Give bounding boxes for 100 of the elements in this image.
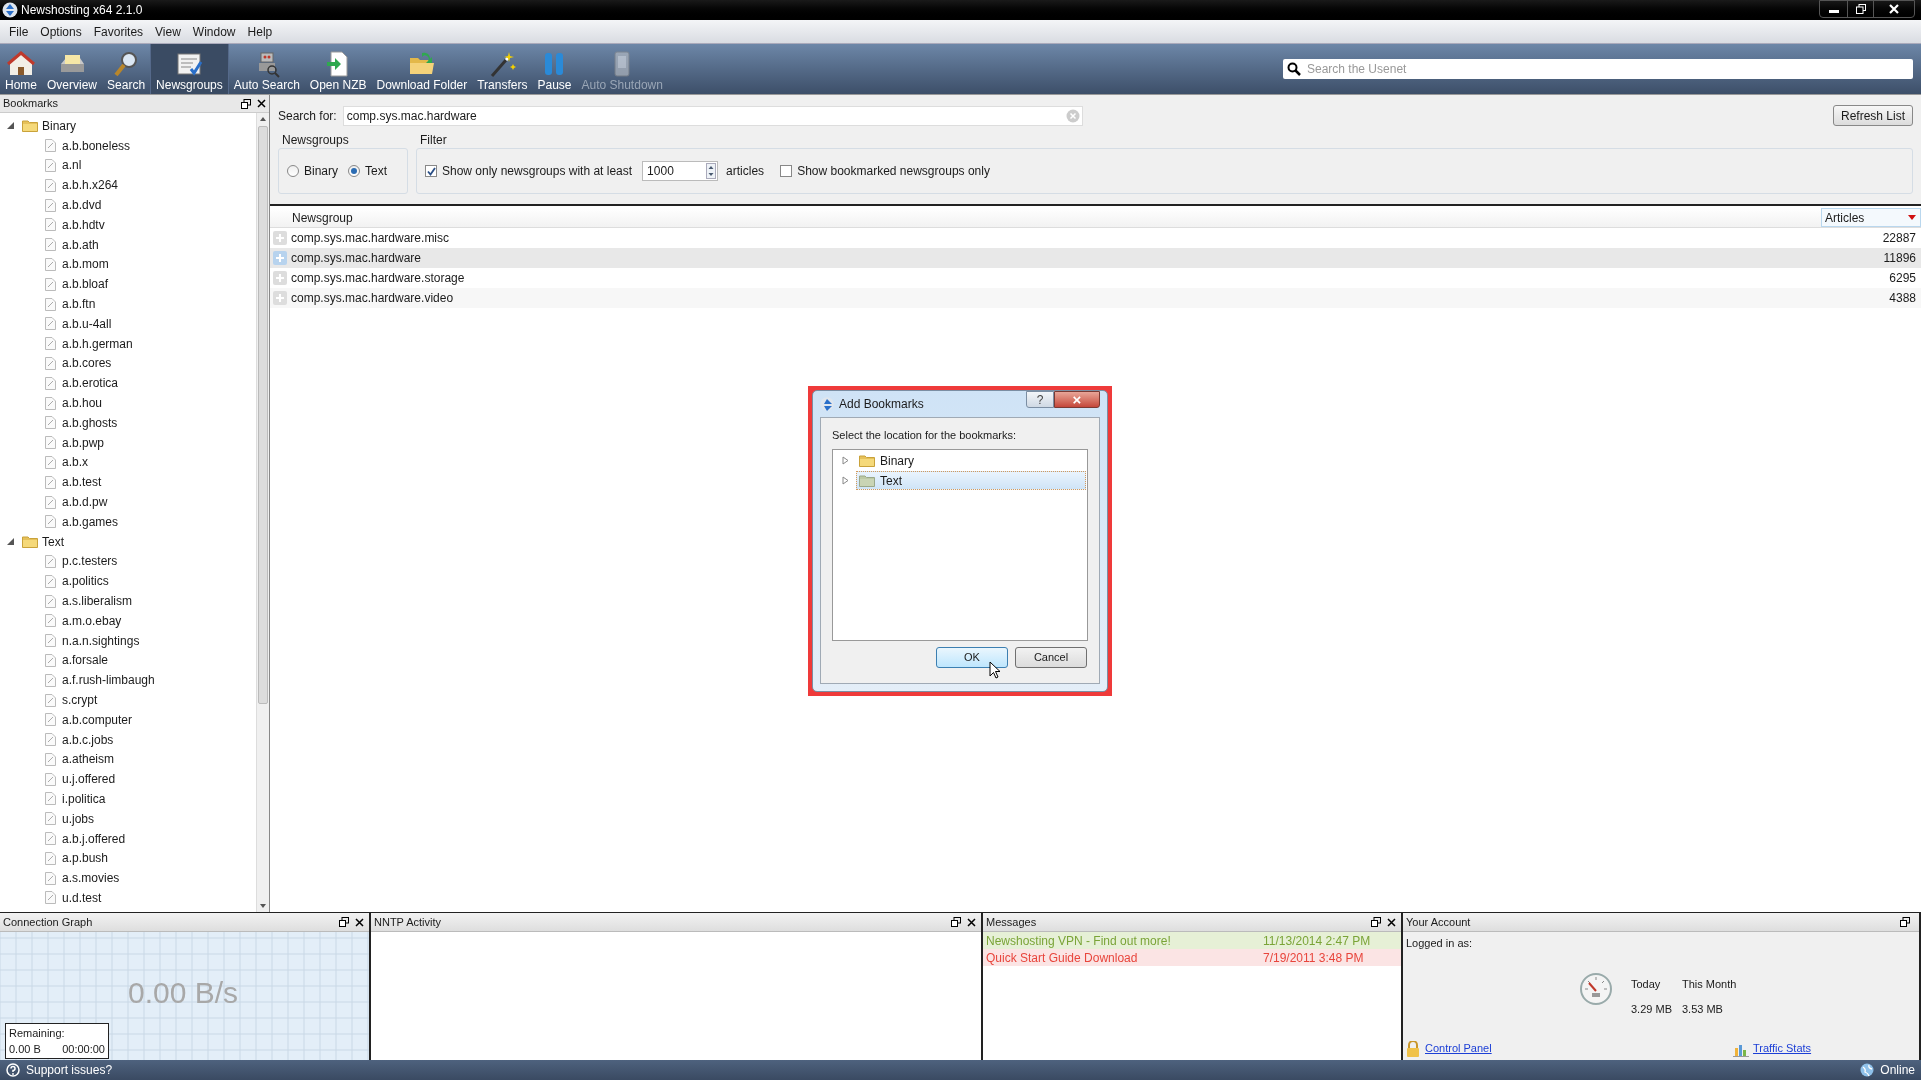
tree-item[interactable]: a.b.u-4all xyxy=(62,314,112,333)
tree-item[interactable]: a.p.bush xyxy=(62,849,109,868)
toolbar-button[interactable]: Transfers xyxy=(472,44,533,94)
close-icon xyxy=(257,99,266,108)
tree-item[interactable]: a.b.hdtv xyxy=(62,215,105,234)
tree-item[interactable]: a.nl xyxy=(62,156,82,175)
toolbar-button[interactable]: Pause xyxy=(532,44,577,94)
tree-item[interactable]: a.f.rush-limbaugh xyxy=(62,671,155,690)
tree-item[interactable]: a.b.hou xyxy=(62,394,103,413)
table-cell-text: comp.sys.mac.hardware.storage xyxy=(291,270,466,287)
scrollbar[interactable] xyxy=(256,113,269,912)
tree-item[interactable]: Binary xyxy=(42,116,76,135)
tree-item[interactable]: i.politica xyxy=(62,790,106,808)
undock-icon xyxy=(339,917,349,927)
plus-icon xyxy=(273,251,287,265)
logged-in-label: Logged in as: xyxy=(1406,936,1473,951)
tree-item[interactable]: a.b.boneless xyxy=(62,136,131,155)
cancel-button[interactable]: Cancel xyxy=(1015,646,1087,668)
tree-item[interactable]: a.b.ftn xyxy=(62,295,96,314)
restore-icon xyxy=(1855,4,1866,14)
help-button[interactable]: ? xyxy=(1026,391,1054,408)
tree-item[interactable]: Binary xyxy=(833,450,1086,471)
newsgroup-icon xyxy=(45,277,56,291)
tree-item[interactable]: Text xyxy=(42,532,64,551)
search-field[interactable]: comp.sys.mac.hardware xyxy=(342,105,1083,126)
menu-item[interactable]: Favorites xyxy=(87,22,150,41)
dialog-title: Add Bookmarks xyxy=(839,396,925,413)
toolbar-button[interactable]: Search xyxy=(102,44,151,94)
tree-item[interactable]: a.atheism xyxy=(62,750,115,769)
newsgroup-icon xyxy=(45,356,56,370)
column-header[interactable]: Articles xyxy=(1821,208,1921,227)
search-icon xyxy=(1287,62,1301,76)
tree-item[interactable]: a.b.h.german xyxy=(62,334,133,353)
mouse-cursor-icon xyxy=(989,661,1001,679)
newsgroup-icon xyxy=(45,396,56,410)
tree-item[interactable]: a.s.movies xyxy=(62,869,120,888)
tree-item[interactable]: a.b.d.pw xyxy=(62,493,108,512)
usenet-search-field[interactable]: Search the Usenet xyxy=(1283,59,1913,79)
tree-item[interactable]: p.c.testers xyxy=(62,552,118,571)
toolbar-button[interactable]: Open NZB xyxy=(304,44,372,94)
menu-item[interactable]: File xyxy=(3,22,35,41)
tree-item[interactable]: a.b.mom xyxy=(62,255,109,274)
tree-item[interactable]: a.b.j.offered xyxy=(62,829,126,848)
control-panel-link[interactable]: Control Panel xyxy=(1425,1039,1492,1056)
panel-title: Connection Graph xyxy=(3,914,94,930)
newspaper-icon xyxy=(175,50,204,78)
tree-item[interactable]: a.b.dvd xyxy=(62,196,102,215)
tree-item[interactable]: n.a.n.sightings xyxy=(62,631,140,650)
tree-item[interactable]: a.s.liberalism xyxy=(62,592,133,610)
menu-item[interactable]: Window xyxy=(186,22,242,41)
support-link[interactable]: Support issues? xyxy=(26,1061,113,1079)
tree-item[interactable]: a.b.games xyxy=(62,512,119,531)
newsgroup-icon xyxy=(45,455,56,469)
newsgroup-icon xyxy=(45,317,56,331)
tree-item[interactable]: u.j.offered xyxy=(62,770,116,789)
newsgroup-icon xyxy=(45,178,56,192)
checkbox[interactable]: Show bookmarked newsgroups only xyxy=(780,162,990,180)
radio-button[interactable]: Binary xyxy=(287,162,338,180)
tree-item[interactable]: a.forsale xyxy=(62,651,109,670)
ok-button[interactable]: OK xyxy=(936,646,1008,668)
search-label: Search for: xyxy=(278,107,337,125)
plus-icon xyxy=(273,231,287,245)
tree-item[interactable]: a.b.pwp xyxy=(62,433,105,452)
toolbar-button[interactable]: Auto Search xyxy=(228,44,305,94)
checkbox[interactable]: Show only newsgroups with at least xyxy=(425,162,633,180)
toolbar-button[interactable]: Overview xyxy=(42,44,103,94)
table-row[interactable]: comp.sys.mac.hardware.video 4388 xyxy=(270,288,1921,308)
tree-item[interactable]: a.b.test xyxy=(62,473,102,492)
toolbar-button[interactable]: Home xyxy=(0,44,42,94)
column-header[interactable]: Newsgroup xyxy=(270,208,1821,227)
tree-item[interactable]: a.b.erotica xyxy=(62,374,119,393)
tree-item[interactable]: a.b.cores xyxy=(62,354,112,373)
table-cell-text: 22887 xyxy=(1882,230,1917,247)
tree-item[interactable]: s.crypt xyxy=(62,691,98,709)
globe-icon xyxy=(1860,1063,1875,1077)
menu-item[interactable]: View xyxy=(149,22,187,41)
toolbar-button[interactable]: Newsgroups xyxy=(150,44,229,94)
tree-item[interactable]: a.b.c.jobs xyxy=(62,730,114,749)
refresh-button[interactable]: Refresh List xyxy=(1832,105,1913,126)
tree-item[interactable]: a.b.x xyxy=(62,453,88,472)
tree-item[interactable]: a.b.computer xyxy=(62,710,133,729)
tree-item[interactable]: a.b.ghosts xyxy=(62,413,118,432)
radio-button[interactable]: Text xyxy=(348,162,388,180)
tree-item[interactable]: u.d.test xyxy=(62,888,102,907)
stat-label: This Month xyxy=(1681,977,1737,992)
remaining-time: 00:00:00 xyxy=(62,1042,105,1057)
close-icon xyxy=(1387,917,1396,927)
tree-item[interactable]: a.m.o.ebay xyxy=(62,611,122,630)
tree-item[interactable]: u.jobs xyxy=(62,809,95,828)
tree-item[interactable]: a.b.bloaf xyxy=(62,275,109,294)
table-row[interactable]: comp.sys.mac.hardware 11896 xyxy=(270,248,1921,268)
plus-icon xyxy=(273,291,287,305)
traffic-stats-link[interactable]: Traffic Stats xyxy=(1753,1039,1812,1056)
app-logo-icon xyxy=(2,2,18,18)
tree-item[interactable]: a.b.ath xyxy=(62,235,99,254)
menu-item[interactable]: Options xyxy=(34,22,88,41)
tree-item[interactable]: a.politics xyxy=(62,572,109,591)
toolbar-button[interactable]: Download Folder xyxy=(371,44,473,94)
menu-item[interactable]: Help xyxy=(241,22,279,41)
tree-item[interactable]: a.b.h.x264 xyxy=(62,176,119,195)
